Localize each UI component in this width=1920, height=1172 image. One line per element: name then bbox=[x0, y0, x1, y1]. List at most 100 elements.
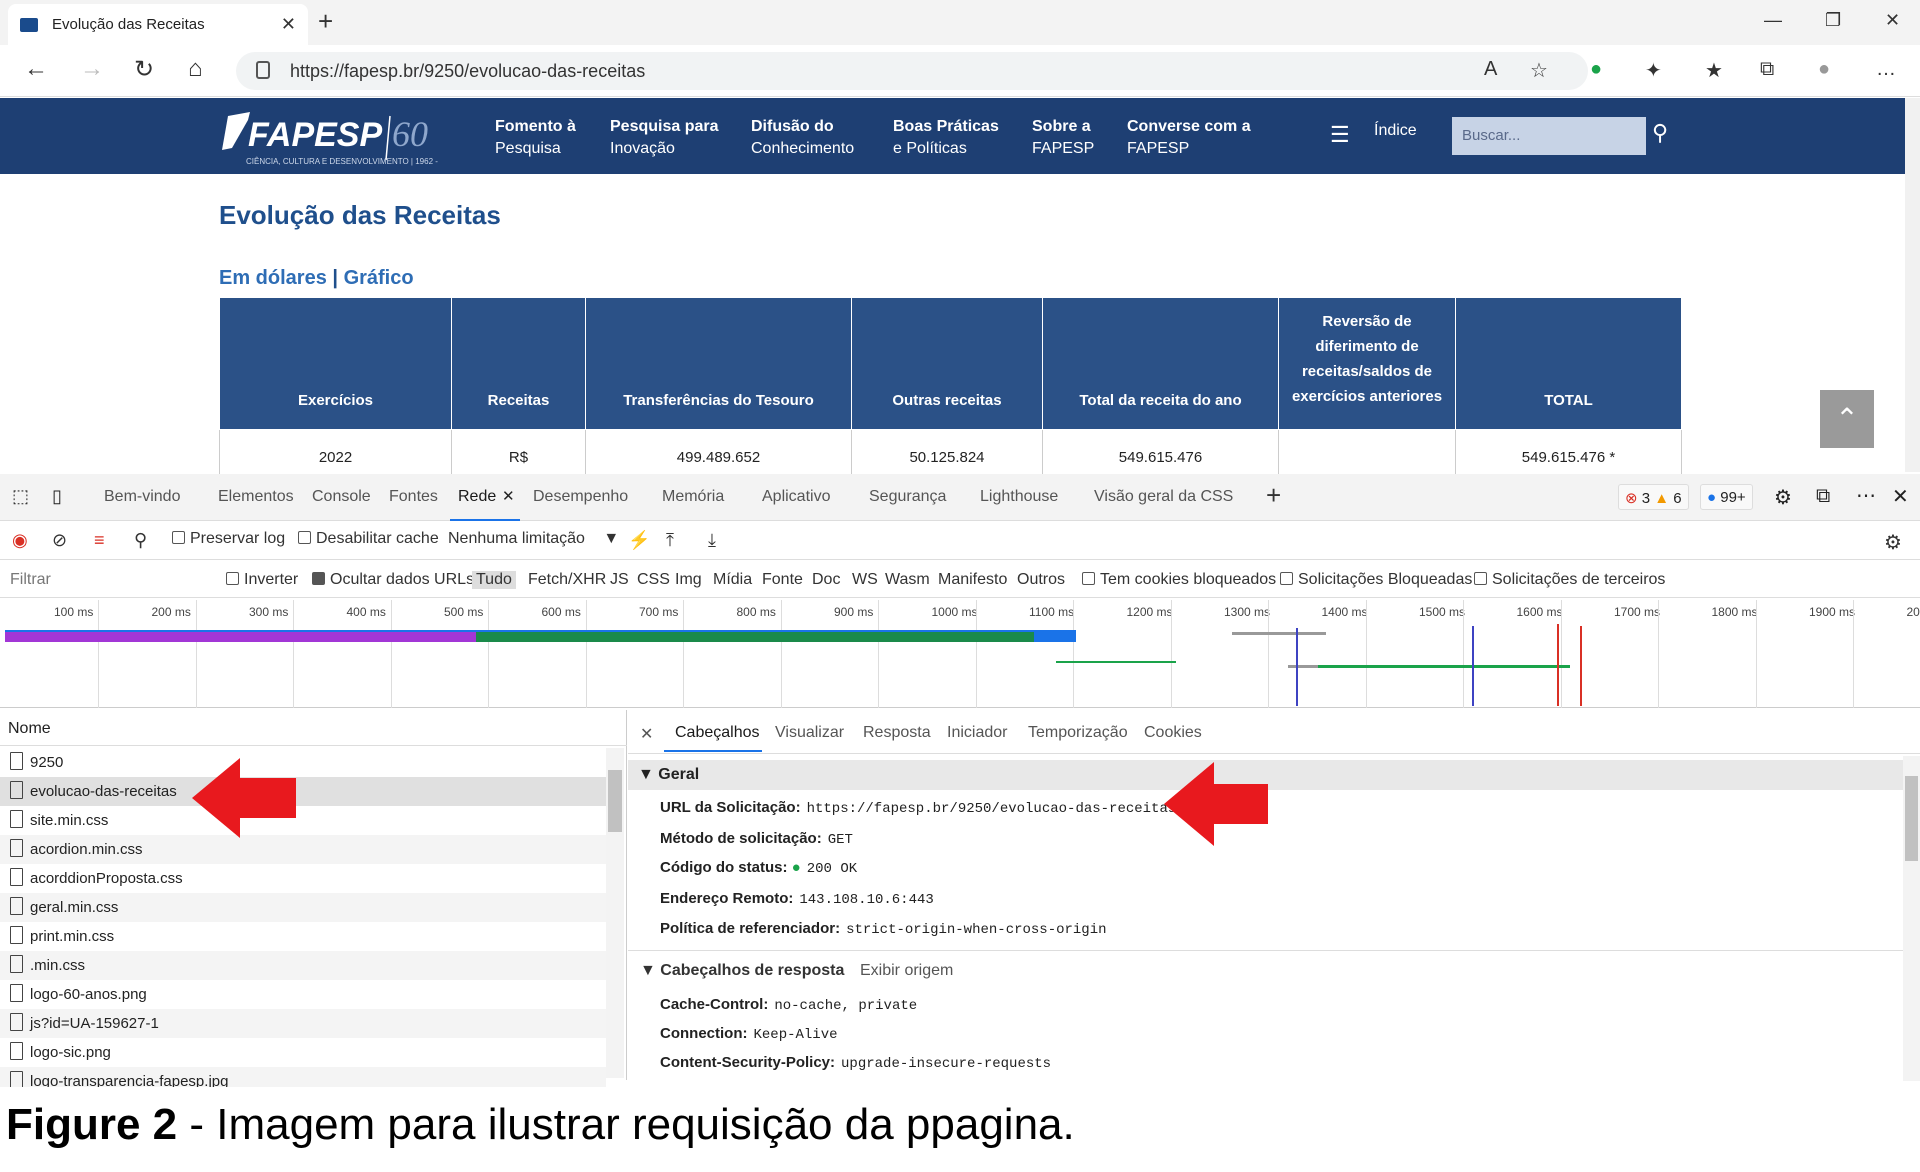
filter-type-fonte[interactable]: Fonte bbox=[762, 571, 803, 589]
request-row[interactable]: logo-60-anos.png bbox=[0, 980, 606, 1009]
indice-link[interactable]: Índice bbox=[1374, 122, 1417, 140]
tab-cabecalhos[interactable]: Cabeçalhos bbox=[675, 724, 760, 742]
invert-checkbox[interactable]: Inverter bbox=[226, 571, 298, 589]
grammarly-icon[interactable]: ● bbox=[1590, 58, 1602, 81]
filter-type-fetch[interactable]: Fetch/XHR bbox=[528, 571, 606, 589]
filter-type-img[interactable]: Img bbox=[675, 571, 702, 589]
import-har-icon[interactable]: ⤒ bbox=[666, 530, 674, 551]
device-toolbar-icon[interactable]: ▯ bbox=[52, 486, 62, 507]
more-menu-icon[interactable]: … bbox=[1876, 58, 1896, 81]
export-har-icon[interactable]: ⤓ bbox=[708, 530, 716, 551]
settings-gear-icon[interactable]: ⚙ bbox=[1774, 485, 1792, 510]
tab-aplicativo[interactable]: Aplicativo bbox=[762, 488, 830, 506]
hide-data-urls-checkbox[interactable]: Ocultar dados URLs bbox=[312, 571, 474, 589]
filter-icon[interactable]: ≡ bbox=[94, 530, 105, 551]
blocked-cookies-checkbox[interactable]: Tem cookies bloqueados bbox=[1082, 571, 1276, 589]
close-rede-tab-icon[interactable]: ✕ bbox=[502, 487, 515, 505]
record-icon[interactable]: ◉ bbox=[12, 530, 28, 551]
throttling-select[interactable]: Nenhuma limitação ▼ bbox=[448, 530, 619, 548]
request-row[interactable]: acordion.min.css bbox=[0, 835, 606, 864]
forward-icon[interactable]: → bbox=[80, 55, 104, 83]
search-icon[interactable]: ⚲ bbox=[1652, 120, 1668, 146]
search-network-icon[interactable]: ⚲ bbox=[134, 530, 147, 551]
menu-difusao[interactable]: Difusão do Conhecimento bbox=[751, 116, 854, 160]
menu-pesquisa-inovacao[interactable]: Pesquisa para Inovação bbox=[610, 116, 719, 160]
list-icon[interactable]: ☰ bbox=[1330, 122, 1350, 148]
restore-icon[interactable]: ❐ bbox=[1825, 10, 1841, 31]
inspect-icon[interactable]: ⬚ bbox=[12, 486, 29, 507]
reload-icon[interactable]: ↻ bbox=[134, 55, 154, 84]
close-details-icon[interactable]: ✕ bbox=[640, 724, 653, 744]
filter-type-tudo[interactable]: Tudo bbox=[472, 571, 516, 589]
tab-seguranca[interactable]: Segurança bbox=[869, 488, 946, 506]
add-tab-icon[interactable]: + bbox=[1266, 480, 1281, 511]
menu-converse[interactable]: Converse com a FAPESP bbox=[1127, 116, 1251, 160]
fapesp-logo[interactable]: FAPESP 60 CIÊNCIA, CULTURA E DESENVOLVIM… bbox=[218, 108, 458, 168]
disable-cache-checkbox[interactable]: Desabilitar cache bbox=[298, 530, 439, 548]
tab-temporizacao[interactable]: Temporização bbox=[1028, 724, 1128, 742]
request-row[interactable]: site.min.css bbox=[0, 806, 606, 835]
page-scrollbar[interactable] bbox=[1905, 98, 1920, 472]
clear-icon[interactable]: ⊘ bbox=[52, 530, 67, 551]
tab-fontes[interactable]: Fontes bbox=[389, 488, 438, 506]
filter-type-outros[interactable]: Outros bbox=[1017, 571, 1065, 589]
tab-iniciador[interactable]: Iniciador bbox=[947, 724, 1007, 742]
request-row[interactable]: logo-transparencia-fapesp.jpg bbox=[0, 1067, 606, 1087]
tab-rede[interactable]: Rede bbox=[458, 488, 496, 506]
request-row[interactable]: .min.css bbox=[0, 951, 606, 980]
request-row[interactable]: js?id=UA-159627-1 bbox=[0, 1009, 606, 1038]
filter-type-midia[interactable]: Mídia bbox=[713, 571, 752, 589]
tab-resposta[interactable]: Resposta bbox=[863, 724, 931, 742]
back-icon[interactable]: ← bbox=[24, 55, 48, 83]
request-row[interactable]: print.min.css bbox=[0, 922, 606, 951]
filter-type-js[interactable]: JS bbox=[610, 571, 629, 589]
request-row[interactable]: logo-sic.png bbox=[0, 1038, 606, 1067]
tab-memoria[interactable]: Memória bbox=[662, 488, 724, 506]
tab-cookies[interactable]: Cookies bbox=[1144, 724, 1202, 742]
filter-type-wasm[interactable]: Wasm bbox=[885, 571, 930, 589]
messages-badge[interactable]: ● 99+ bbox=[1700, 484, 1753, 510]
home-icon[interactable]: ⌂ bbox=[188, 55, 203, 83]
request-row[interactable]: evolucao-das-receitas bbox=[0, 777, 606, 806]
more-options-icon[interactable]: ⋯ bbox=[1856, 483, 1876, 508]
scroll-top-button[interactable]: ⌃ bbox=[1820, 390, 1874, 448]
scrollbar-thumb[interactable] bbox=[1905, 776, 1918, 861]
filter-type-doc[interactable]: Doc bbox=[812, 571, 840, 589]
collections-icon[interactable]: ⧉ bbox=[1760, 58, 1774, 81]
favorites-icon[interactable]: ★ bbox=[1705, 58, 1723, 83]
scrollbar-thumb[interactable] bbox=[608, 770, 622, 832]
tab-visao-geral-css[interactable]: Visão geral da CSS bbox=[1094, 488, 1233, 506]
menu-fomento[interactable]: Fomento à Pesquisa bbox=[495, 116, 576, 160]
third-party-checkbox[interactable]: Solicitações de terceiros bbox=[1474, 571, 1665, 589]
request-row[interactable]: geral.min.css bbox=[0, 893, 606, 922]
extensions-icon[interactable]: ✦ bbox=[1645, 58, 1662, 83]
close-window-icon[interactable]: ✕ bbox=[1885, 10, 1900, 31]
new-tab-icon[interactable]: + bbox=[318, 6, 333, 37]
customize-icon[interactable]: ⧉ bbox=[1816, 485, 1830, 508]
url-field[interactable]: https://fapesp.br/9250/evolucao-das-rece… bbox=[236, 52, 1588, 90]
menu-sobre[interactable]: Sobre a FAPESP bbox=[1032, 116, 1094, 160]
tab-visualizar[interactable]: Visualizar bbox=[775, 724, 844, 742]
blocked-requests-checkbox[interactable]: Solicitações Bloqueadas bbox=[1280, 571, 1472, 589]
grafico-link[interactable]: Gráfico bbox=[344, 267, 414, 289]
request-row[interactable]: 9250 bbox=[0, 748, 606, 777]
close-devtools-icon[interactable]: ✕ bbox=[1892, 484, 1909, 509]
issues-badge[interactable]: ⊗ 3 ▲ 6 bbox=[1618, 484, 1689, 510]
read-aloud-icon[interactable]: A bbox=[1484, 58, 1497, 81]
response-headers-toggle[interactable]: ▼ Cabeçalhos de resposta bbox=[640, 962, 844, 980]
browser-tab[interactable]: Evolução das Receitas ✕ bbox=[8, 4, 308, 45]
close-tab-icon[interactable]: ✕ bbox=[281, 14, 296, 35]
tab-desempenho[interactable]: Desempenho bbox=[533, 488, 628, 506]
preserve-log-checkbox[interactable]: Preservar log bbox=[172, 530, 285, 548]
filter-type-manifesto[interactable]: Manifesto bbox=[938, 571, 1007, 589]
tab-bem-vindo[interactable]: Bem-vindo bbox=[104, 488, 180, 506]
network-conditions-icon[interactable]: ⚡ bbox=[628, 530, 650, 551]
filter-type-css[interactable]: CSS bbox=[637, 571, 670, 589]
view-source-link[interactable]: Exibir origem bbox=[860, 962, 953, 980]
profile-avatar-icon[interactable]: ● bbox=[1818, 58, 1830, 81]
filter-input[interactable]: Filtrar bbox=[10, 571, 51, 589]
tab-elementos[interactable]: Elementos bbox=[218, 488, 294, 506]
favorite-add-icon[interactable]: ☆ bbox=[1530, 58, 1548, 83]
network-settings-icon[interactable]: ⚙ bbox=[1884, 530, 1902, 555]
minimize-icon[interactable]: — bbox=[1764, 10, 1782, 31]
